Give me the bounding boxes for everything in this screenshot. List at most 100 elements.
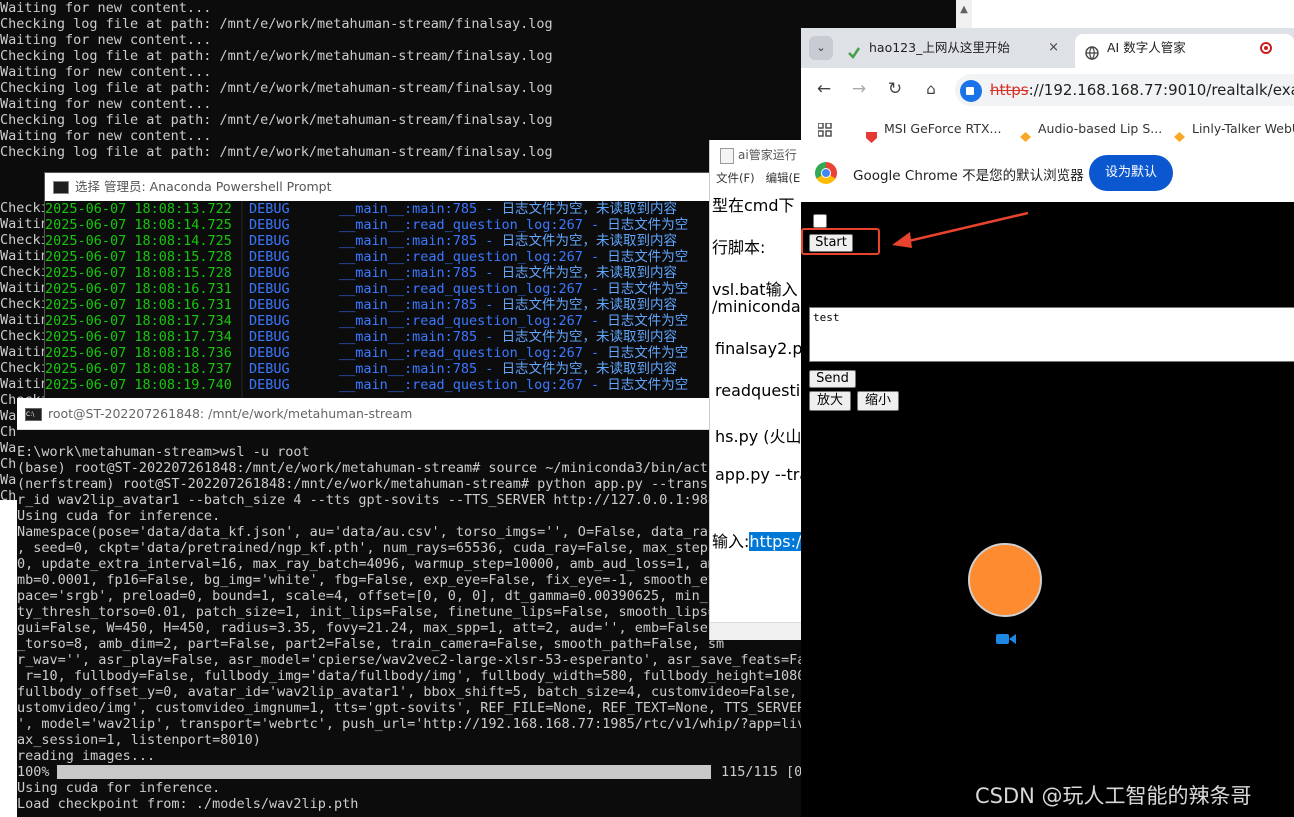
log-message: __main__:main:785 - 日志文件为空，未读取到内容 (339, 329, 677, 345)
tab-strip: ⌄ hao123_上网从这里开始 × AI 数字人管家 (801, 28, 1294, 68)
log-text: 日志文件为空 (607, 377, 689, 393)
notepad-window[interactable]: ai管家运行 文件(F) 编辑(E 型在cmd下 行脚本: vsl.bat输入 … (709, 140, 802, 640)
log-text: 日志文件为空 (607, 345, 689, 361)
notepad-titlebar[interactable]: ai管家运行 (710, 140, 802, 170)
start-button[interactable]: Start (809, 234, 853, 252)
tab-title: hao123_上网从这里开始 (869, 40, 1010, 55)
terminal-line: ty_thresh_torso=0.01, patch_size=1, init… (17, 604, 725, 620)
log-level: DEBUG (249, 377, 290, 393)
recording-icon (1260, 42, 1272, 54)
set-default-button[interactable]: 设为默认 (1089, 155, 1173, 191)
notepad-hscrollbar[interactable] (710, 622, 802, 640)
log-row: 2025-06-07 18:08:14.725 DEBUG __main__:mai… (45, 233, 711, 249)
log-source: __main__:main:785 - (339, 329, 502, 345)
selected-url[interactable]: https:/ (749, 532, 802, 551)
tab-hao123[interactable]: hao123_上网从这里开始 × (847, 34, 1069, 68)
log-timestamp: 2025-06-07 18:08:18.736 (45, 345, 232, 361)
log-source: __main__:read_question_log:267 - (339, 345, 608, 361)
address-bar[interactable]: https://192.168.168.77:9010/realtalk/exa… (955, 74, 1294, 106)
terminal-line: , seed=0, ckpt='data/pretrained/ngp_kf.p… (17, 540, 725, 556)
bookmark-audio-lip[interactable]: Audio-based Lip S... (1019, 112, 1162, 146)
back-button[interactable]: ← (813, 78, 835, 100)
chrome-window[interactable]: ⌄ hao123_上网从这里开始 × AI 数字人管家 ← → ↻ ⌂ http… (801, 28, 1294, 817)
chrome-icon (815, 162, 837, 184)
log-row: 2025-06-07 18:08:17.734 DEBUG __main__:rea… (45, 313, 711, 329)
terminal-line: pace='srgb', preload=0, bound=1, scale=4… (17, 588, 725, 604)
log-row: 2025-06-07 18:08:15.728 DEBUG __main__:mai… (45, 265, 711, 281)
log-row: 2025-06-07 18:08:17.734 DEBUG __main__:mai… (45, 329, 711, 345)
notepad-line: finalsay2.py (715, 339, 802, 358)
menu-file[interactable]: 文件(F) (716, 171, 755, 185)
tab-search-button[interactable]: ⌄ (809, 36, 833, 60)
send-button[interactable]: Send (809, 370, 856, 388)
page-viewport: Start test Send 放大 缩小 (801, 202, 1294, 817)
log-message: __main__:read_question_log:267 - 日志文件为空 (339, 345, 688, 361)
log-source: __main__:main:785 - (339, 201, 502, 217)
message-textarea[interactable]: test (809, 307, 1294, 362)
wsl-output: E:\work\metahuman-stream>wsl -u root (bas… (17, 430, 801, 812)
terminal-line: ax_session=1, listenport=8010) (17, 732, 261, 748)
arrow-right-icon: → (851, 79, 867, 99)
terminal-line: Checki (0, 200, 44, 216)
log-source: __main__:read_question_log:267 - (339, 281, 608, 297)
notepad-line: 输入:https:/ (712, 532, 802, 551)
zoom-out-button[interactable]: 缩小 (857, 391, 899, 411)
log-timestamp: 2025-06-07 18:08:16.731 (45, 297, 232, 313)
terminal-line: 0, update_extra_interval=16, max_ray_bat… (17, 556, 725, 572)
site-info-icon[interactable] (960, 79, 982, 102)
progress-count: 115/115 [0 (721, 764, 801, 780)
wsl-titlebar[interactable]: C:\ root@ST-202207261848: /mnt/e/work/met… (17, 398, 801, 430)
log-timestamp: 2025-06-07 18:08:15.728 (45, 249, 232, 265)
cmd-icon: C:\ (25, 408, 42, 421)
log-text: 日志文件为空 (607, 217, 689, 233)
wsl-terminal-window[interactable]: C:\ root@ST-202207261848: /mnt/e/work/met… (17, 398, 801, 817)
terminal-line: Using cuda for inference. (17, 508, 221, 524)
infobar-message: Google Chrome 不是您的默认浏览器 (853, 168, 1084, 184)
terminal-line: Waiting for new content... (0, 0, 212, 16)
video-camera-icon[interactable] (996, 631, 1016, 650)
terminal-line: Load checkpoint from: ./models/wav2lip.p… (17, 796, 359, 812)
forward-button[interactable]: → (848, 78, 870, 100)
msi-icon (865, 123, 878, 143)
wsl-title: root@ST-202207261848: /mnt/e/work/metahu… (48, 406, 413, 421)
avatar-circle[interactable] (968, 543, 1042, 617)
tab-ai-manager[interactable]: AI 数字人管家 (1075, 34, 1294, 68)
log-row: 2025-06-07 18:08:15.728 DEBUG __main__:rea… (45, 249, 711, 265)
terminal-line: Using cuda for inference. (17, 780, 221, 796)
terminal-line: reading images... (17, 748, 156, 764)
notepad-line: app.py --tra (715, 465, 802, 484)
home-button[interactable]: ⌂ (920, 78, 942, 100)
terminal-line: Checki (0, 264, 44, 280)
bookmark-icon (1019, 123, 1032, 142)
apps-icon[interactable] (817, 112, 832, 146)
close-icon[interactable]: × (1048, 34, 1059, 62)
reload-button[interactable]: ↻ (884, 78, 906, 100)
checkbox[interactable] (813, 214, 827, 228)
bookmarks-bar: MSI GeForce RTX... Audio-based Lip S... … (801, 112, 1294, 147)
bookmark-linly[interactable]: Linly-Talker WebU (1173, 112, 1294, 146)
log-message: __main__:read_question_log:267 - 日志文件为空 (339, 281, 688, 297)
log-text: 日志文件为空，未读取到内容 (501, 201, 678, 217)
terminal-line: _torso=8, amb_dim=2, part=False, part2=F… (17, 636, 725, 652)
watermark: CSDN @玩人工智能的辣条哥 (975, 784, 1252, 808)
notepad-icon (720, 147, 734, 164)
bookmark-msi[interactable]: MSI GeForce RTX... (865, 112, 1001, 146)
scroll-up-icon[interactable]: ▲ (956, 4, 972, 15)
log-timestamp: 2025-06-07 18:08:17.734 (45, 313, 232, 329)
anaconda-prompt-window[interactable]: 选择 管理员: Anaconda Powershell Prompt 2025-… (44, 172, 712, 402)
arrow-left-icon: ← (816, 79, 832, 99)
log-row: 2025-06-07 18:08:18.737 DEBUG __main__:mai… (45, 361, 711, 377)
log-row: 2025-06-07 18:08:14.725 DEBUG __main__:rea… (45, 217, 711, 233)
menu-edit[interactable]: 编辑(E (766, 171, 801, 185)
progress-row: 100% 115/115 [0 (17, 764, 801, 780)
url-rest: ://192.168.168.77:9010/realtalk/example (1028, 81, 1294, 99)
log-timestamp: 2025-06-07 18:08:16.731 (45, 281, 232, 297)
log-timestamp: 2025-06-07 18:08:19.740 (45, 377, 232, 393)
notepad-title: ai管家运行 (738, 148, 797, 162)
log-row: 2025-06-07 18:08:19.740 DEBUG __main__:rea… (45, 377, 711, 393)
terminal-line: r_wav='', asr_play=False, asr_model='cpi… (17, 652, 801, 668)
log-row: 2025-06-07 18:08:18.736 DEBUG __main__:rea… (45, 345, 711, 361)
zoom-in-button[interactable]: 放大 (809, 391, 851, 411)
anaconda-titlebar[interactable]: 选择 管理员: Anaconda Powershell Prompt (45, 173, 711, 201)
terminal-line: Checki (0, 328, 44, 344)
